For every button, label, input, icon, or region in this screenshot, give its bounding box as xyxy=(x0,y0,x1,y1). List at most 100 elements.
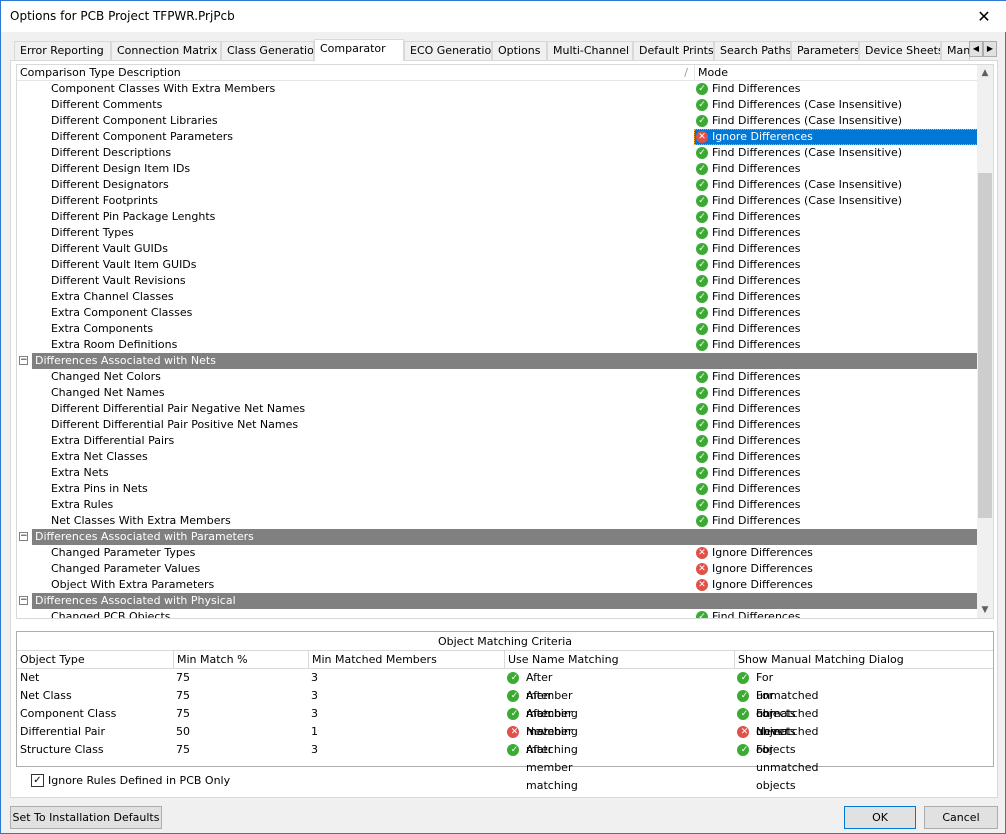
list-item[interactable]: Changed PCB Objects ✓ Find Differences xyxy=(17,609,979,618)
tab-comparator[interactable]: Comparator xyxy=(314,39,404,61)
comparison-mode[interactable]: ✕ Ignore Differences xyxy=(694,577,817,593)
comparison-mode[interactable]: ✓ Find Differences xyxy=(694,337,804,353)
list-item[interactable]: Extra Nets ✓ Find Differences xyxy=(17,465,979,481)
tab-connection-matrix[interactable]: Connection Matrix xyxy=(111,41,221,60)
comparison-mode[interactable]: ✓ Find Differences xyxy=(694,433,804,449)
ignore-rules-checkbox[interactable]: ✓ xyxy=(31,774,44,787)
comparison-mode[interactable]: ✓ Find Differences (Case Insensitive) xyxy=(694,145,906,161)
list-item[interactable]: Changed Parameter Types ✕ Ignore Differenc… xyxy=(17,545,979,561)
scroll-up-icon[interactable]: ▲ xyxy=(977,65,993,81)
tab-device-sheets[interactable]: Device Sheets xyxy=(859,41,941,60)
group-header[interactable]: Differences Associated with Parameters − xyxy=(19,529,979,545)
tab-manag[interactable]: Manag xyxy=(941,41,970,60)
cancel-button[interactable]: Cancel xyxy=(924,806,998,829)
tab-parameters[interactable]: Parameters xyxy=(791,41,859,60)
comparison-mode[interactable]: ✓ Find Differences xyxy=(694,273,804,289)
list-item[interactable]: Different Component Parameters ✕ Ignore Di… xyxy=(17,129,979,145)
comparison-mode[interactable]: ✓ Find Differences (Case Insensitive) xyxy=(694,97,906,113)
comparison-mode[interactable]: ✓ Find Differences xyxy=(694,513,804,529)
list-item[interactable]: Changed Net Colors ✓ Find Differences xyxy=(17,369,979,385)
list-item[interactable]: Extra Room Definitions ✓ Find Differences xyxy=(17,337,979,353)
list-item[interactable]: Different Designators ✓ Find Differences (… xyxy=(17,177,979,193)
comparison-mode[interactable]: ✓ Find Differences xyxy=(694,81,804,97)
collapse-icon[interactable]: − xyxy=(19,532,28,541)
tab-scroll-left-icon[interactable]: ◀ xyxy=(969,41,983,57)
list-item[interactable]: Different Descriptions ✓ Find Differences … xyxy=(17,145,979,161)
comparison-mode[interactable]: ✓ Find Differences xyxy=(694,257,804,273)
table-row[interactable]: Net 75 3 ✓ After member matching ✓ For unmatch… xyxy=(17,669,993,720)
comparison-mode[interactable]: ✓ Find Differences xyxy=(694,225,804,241)
comparison-mode[interactable]: ✓ Find Differences xyxy=(694,449,804,465)
table-row[interactable]: Component Class 75 3 ✓ After member matching… xyxy=(17,705,993,756)
table-row[interactable]: Structure Class 75 3 ✓ After member matching… xyxy=(17,741,993,792)
column-header-description[interactable]: Comparison Type Description / xyxy=(17,65,694,81)
list-item[interactable]: Extra Components ✓ Find Differences xyxy=(17,321,979,337)
comparison-mode[interactable]: ✓ Find Differences (Case Insensitive) xyxy=(694,177,906,193)
comparison-mode[interactable]: ✕ Ignore Differences xyxy=(694,129,978,145)
list-item[interactable]: Extra Differential Pairs ✓ Find Difference… xyxy=(17,433,979,449)
list-item[interactable]: Object With Extra Parameters ✕ Ignore Diff… xyxy=(17,577,979,593)
list-item[interactable]: Different Types ✓ Find Differences xyxy=(17,225,979,241)
comparison-mode[interactable]: ✓ Find Differences xyxy=(694,161,804,177)
comparison-mode[interactable]: ✓ Find Differences xyxy=(694,417,804,433)
comparison-mode[interactable]: ✓ Find Differences xyxy=(694,209,804,225)
comparison-mode[interactable]: ✓ Find Differences xyxy=(694,385,804,401)
comparison-mode[interactable]: ✕ Ignore Differences xyxy=(694,545,817,561)
list-item[interactable]: Extra Pins in Nets ✓ Find Differences xyxy=(17,481,979,497)
tab-default-prints[interactable]: Default Prints xyxy=(633,41,714,60)
comparison-mode[interactable]: ✓ Find Differences (Case Insensitive) xyxy=(694,113,906,129)
list-item[interactable]: Different Differential Pair Positive Net… xyxy=(17,417,979,433)
close-icon[interactable]: ✕ xyxy=(961,1,1006,32)
table-row[interactable]: Differential Pair 50 1 ✕ Never ✕ Never xyxy=(17,723,993,741)
comparison-mode[interactable]: ✓ Find Differences xyxy=(694,321,804,337)
set-defaults-button[interactable]: Set To Installation Defaults xyxy=(10,806,162,829)
comparison-mode[interactable]: ✓ Find Differences xyxy=(694,289,804,305)
comparison-mode[interactable]: ✕ Ignore Differences xyxy=(694,561,817,577)
tab-class-generation[interactable]: Class Generation xyxy=(221,41,314,60)
list-item[interactable]: Extra Channel Classes ✓ Find Differences xyxy=(17,289,979,305)
list-item[interactable]: Different Differential Pair Negative Net… xyxy=(17,401,979,417)
comparison-mode[interactable]: ✓ Find Differences xyxy=(694,481,804,497)
column-header-mode[interactable]: Mode xyxy=(694,65,979,81)
ok-button[interactable]: OK xyxy=(844,806,916,829)
list-item[interactable]: Different Pin Package Lenghts ✓ Find Diffe… xyxy=(17,209,979,225)
tab-multi-channel[interactable]: Multi-Channel xyxy=(547,41,633,60)
list-item[interactable]: Net Classes With Extra Members ✓ Find Diff… xyxy=(17,513,979,529)
list-item[interactable]: Different Footprints ✓ Find Differences (C… xyxy=(17,193,979,209)
vertical-scrollbar[interactable]: ▲ ▼ xyxy=(977,65,993,618)
list-item[interactable]: Different Component Libraries ✓ Find Diffe… xyxy=(17,113,979,129)
list-item[interactable]: Different Vault GUIDs ✓ Find Differences xyxy=(17,241,979,257)
comparison-mode[interactable]: ✓ Find Differences xyxy=(694,305,804,321)
comparison-mode[interactable]: ✓ Find Differences xyxy=(694,497,804,513)
column-header[interactable]: Use Name Matching xyxy=(504,651,619,669)
comparison-mode[interactable]: ✓ Find Differences xyxy=(694,609,804,618)
group-header[interactable]: Differences Associated with Nets − xyxy=(19,353,979,369)
list-item[interactable]: Different Vault Revisions ✓ Find Differenc… xyxy=(17,273,979,289)
list-item[interactable]: Extra Rules ✓ Find Differences xyxy=(17,497,979,513)
scrollbar-thumb[interactable] xyxy=(978,173,992,518)
tab-error-reporting[interactable]: Error Reporting xyxy=(14,41,111,60)
table-row[interactable]: Net Class 75 3 ✓ After member matching ✓ For u… xyxy=(17,687,993,738)
comparison-mode[interactable]: ✓ Find Differences xyxy=(694,401,804,417)
list-item[interactable]: Different Comments ✓ Find Differences (Cas… xyxy=(17,97,979,113)
tab-scroll-right-icon[interactable]: ▶ xyxy=(983,41,997,57)
tab-search-paths[interactable]: Search Paths xyxy=(714,41,791,60)
scroll-down-icon[interactable]: ▼ xyxy=(977,602,993,618)
collapse-icon[interactable]: − xyxy=(19,596,28,605)
tab-eco-generation[interactable]: ECO Generation xyxy=(404,41,492,60)
column-header[interactable]: Min Matched Members xyxy=(308,651,437,669)
collapse-icon[interactable]: − xyxy=(19,356,28,365)
comparison-mode[interactable]: ✓ Find Differences xyxy=(694,465,804,481)
list-item[interactable]: Extra Net Classes ✓ Find Differences xyxy=(17,449,979,465)
list-item[interactable]: Different Vault Item GUIDs ✓ Find Differen… xyxy=(17,257,979,273)
comparison-mode[interactable]: ✓ Find Differences xyxy=(694,241,804,257)
list-item[interactable]: Changed Net Names ✓ Find Differences xyxy=(17,385,979,401)
group-header[interactable]: Differences Associated with Physical − xyxy=(19,593,979,609)
column-header[interactable]: Show Manual Matching Dialog xyxy=(734,651,904,669)
comparison-mode[interactable]: ✓ Find Differences (Case Insensitive) xyxy=(694,193,906,209)
list-item[interactable]: Extra Component Classes ✓ Find Differences xyxy=(17,305,979,321)
comparison-mode[interactable]: ✓ Find Differences xyxy=(694,369,804,385)
list-item[interactable]: Different Design Item IDs ✓ Find Differenc… xyxy=(17,161,979,177)
column-header[interactable]: Min Match % xyxy=(173,651,248,669)
ignore-rules-label[interactable]: Ignore Rules Defined in PCB Only xyxy=(48,774,230,787)
